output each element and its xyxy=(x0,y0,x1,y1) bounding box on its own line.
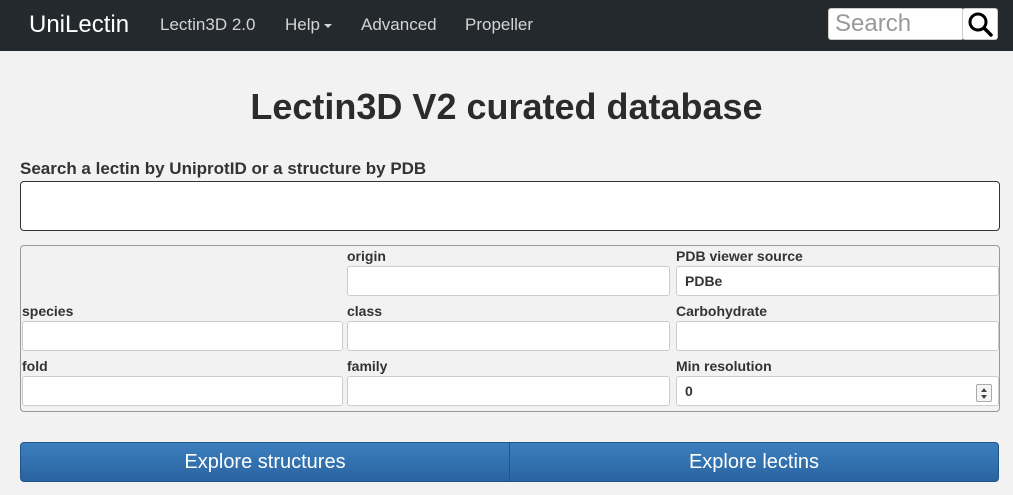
class-input[interactable] xyxy=(347,321,670,351)
family-input[interactable] xyxy=(347,376,670,406)
top-navbar: UniLectin Lectin3D 2.0 Help Advanced Pro… xyxy=(0,0,1013,51)
species-input[interactable] xyxy=(22,321,343,351)
brand-link[interactable]: UniLectin xyxy=(29,11,129,39)
family-label: family xyxy=(347,358,388,374)
carbohydrate-label: Carbohydrate xyxy=(676,303,768,319)
fold-label: fold xyxy=(22,358,48,374)
spinner-up-icon[interactable] xyxy=(981,388,987,392)
nav-item-help-label: Help xyxy=(285,15,320,34)
main-search-input[interactable] xyxy=(20,181,1000,231)
pdb-viewer-label: PDB viewer source xyxy=(676,248,803,264)
nav-item-propeller[interactable]: Propeller xyxy=(465,15,533,35)
navbar-search-button[interactable] xyxy=(962,8,998,40)
pdb-viewer-input[interactable] xyxy=(676,266,999,296)
spinner-down-icon[interactable] xyxy=(981,395,987,399)
page-title: Lectin3D V2 curated database xyxy=(250,86,763,127)
caret-down-icon xyxy=(323,23,332,28)
fold-input[interactable] xyxy=(22,376,343,406)
origin-label: origin xyxy=(347,248,386,264)
explore-structures-button[interactable]: Explore structures xyxy=(20,442,510,482)
navbar-search-input[interactable] xyxy=(828,8,964,40)
nav-item-lectin3d[interactable]: Lectin3D 2.0 xyxy=(160,15,255,35)
origin-input[interactable] xyxy=(347,266,670,296)
nav-item-help[interactable]: Help xyxy=(285,15,332,35)
carbohydrate-input[interactable] xyxy=(676,321,999,351)
class-label: class xyxy=(347,303,383,319)
search-icon xyxy=(968,12,993,37)
number-spinner[interactable] xyxy=(976,384,992,402)
species-label: species xyxy=(22,303,74,319)
min-resolution-input[interactable] xyxy=(676,376,999,406)
min-resolution-label: Min resolution xyxy=(676,358,772,374)
nav-item-advanced[interactable]: Advanced xyxy=(361,15,437,35)
explore-lectins-button[interactable]: Explore lectins xyxy=(509,442,999,482)
main-search-label: Search a lectin by UniprotID or a struct… xyxy=(20,159,427,178)
